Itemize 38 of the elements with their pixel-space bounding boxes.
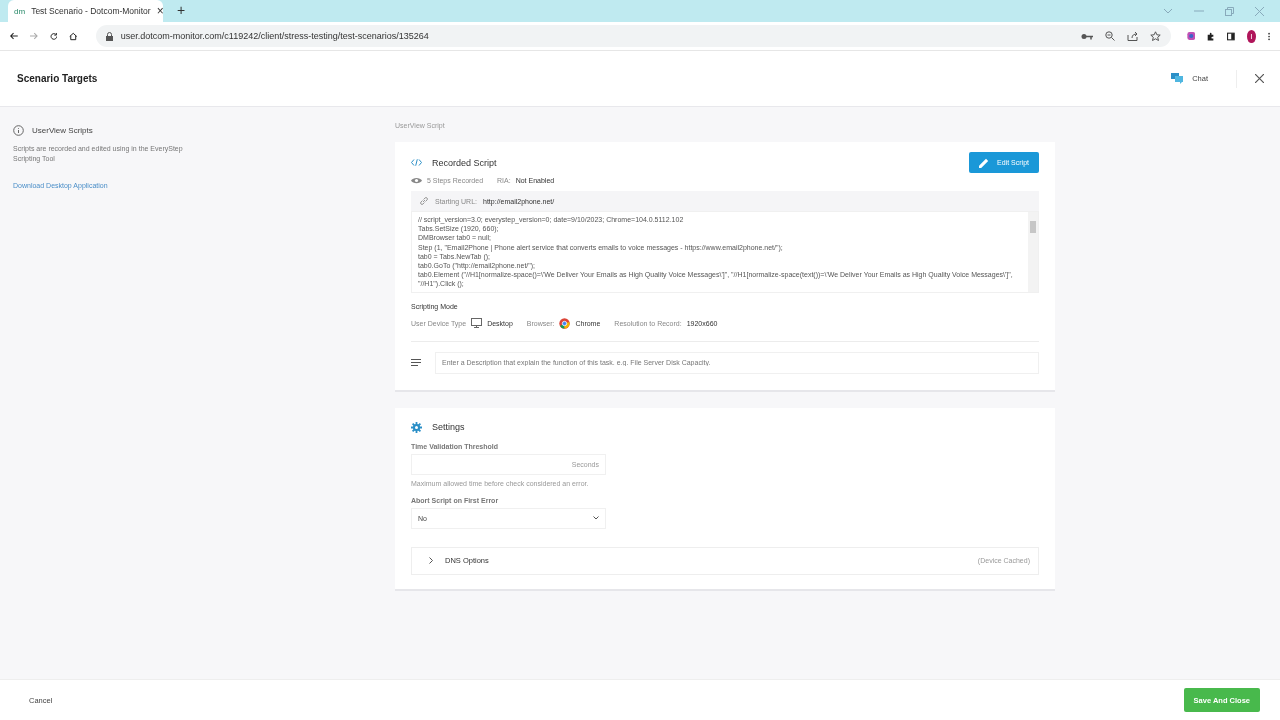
url-text: user.dotcom-monitor.com/c119242/client/stress-testing/test-scenarios/135264 <box>120 31 429 41</box>
chat-icon <box>1171 73 1185 84</box>
lock-icon <box>105 31 113 41</box>
star-icon[interactable] <box>1149 30 1161 42</box>
code-icon <box>411 159 422 166</box>
gear-icon <box>411 421 422 433</box>
address-bar[interactable]: user.dotcom-monitor.com/c119242/client/stress-testing/test-scenarios/135264 <box>95 25 1171 47</box>
tab-favicon: dm <box>14 6 26 16</box>
extension-icon[interactable] <box>1186 30 1196 42</box>
monitor-icon <box>471 318 483 329</box>
notes-icon <box>411 359 421 367</box>
back-icon[interactable] <box>10 31 18 41</box>
home-icon[interactable] <box>69 30 78 42</box>
browser-tab[interactable]: dm Test Scenario - Dotcom-Monitor × <box>8 0 163 22</box>
card-title: Settings <box>432 422 465 433</box>
chrome-icon <box>559 317 571 329</box>
menu-icon[interactable] <box>1267 30 1271 42</box>
link-icon <box>419 196 429 206</box>
side-panel-icon[interactable] <box>1227 30 1235 42</box>
share-icon[interactable] <box>1126 31 1138 41</box>
tab-close-button[interactable]: × <box>156 4 164 18</box>
tab-title: Test Scenario - Dotcom-Monitor <box>31 6 151 16</box>
sidebar-title: UserView Scripts <box>32 126 93 135</box>
eye-icon <box>411 177 422 184</box>
scrollbar[interactable] <box>1028 212 1038 292</box>
key-icon[interactable] <box>1080 32 1093 40</box>
page-title: Scenario Targets <box>17 73 98 84</box>
zoom-icon[interactable] <box>1104 31 1115 41</box>
pencil-icon <box>979 157 990 168</box>
puzzle-icon[interactable] <box>1207 30 1215 42</box>
close-icon[interactable] <box>1255 74 1264 83</box>
script-editor[interactable] <box>411 211 1039 293</box>
info-icon <box>13 125 24 136</box>
chevron-down-icon <box>593 516 599 521</box>
new-tab-button[interactable]: + <box>177 2 186 18</box>
profile-avatar[interactable]: I <box>1246 29 1256 43</box>
card-title: Recorded Script <box>432 157 497 168</box>
reload-icon[interactable] <box>49 30 58 42</box>
